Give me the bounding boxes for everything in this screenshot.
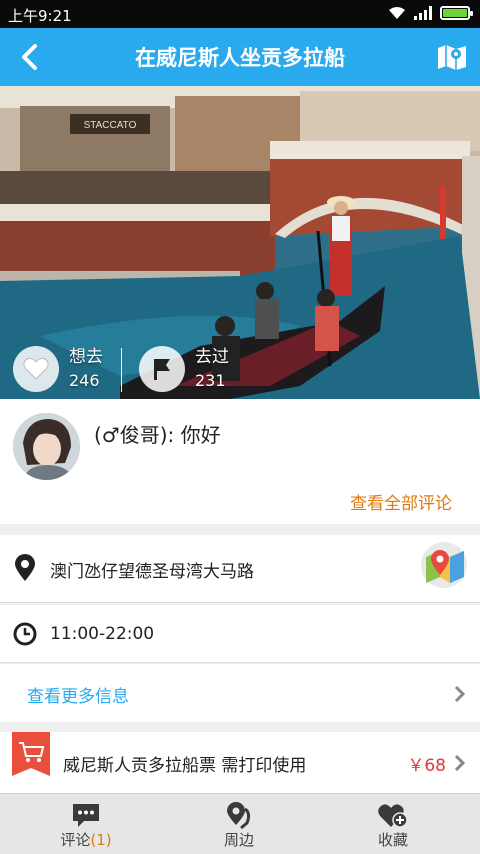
map-icon — [438, 45, 466, 70]
been-there-text: 去过 231 — [195, 345, 229, 393]
map-navigation-icon — [421, 542, 467, 588]
stats-separator — [121, 348, 122, 392]
comment-text: (♂俊哥): 你好 — [94, 423, 221, 447]
chevron-right-icon — [454, 754, 466, 772]
want-to-go-button[interactable]: 想去 246 — [13, 345, 103, 393]
tab-favorites-label: 收藏 — [377, 831, 408, 849]
status-bar: 上午9:21 — [0, 0, 480, 28]
been-there-label: 去过 — [195, 347, 229, 367]
status-time: 上午9:21 — [8, 7, 72, 25]
cart-icon — [12, 732, 50, 776]
bottom-tab-bar: 评论(1) 周边 收藏 — [0, 793, 480, 854]
map-button[interactable] — [436, 41, 468, 73]
more-info-label: 查看更多信息 — [27, 687, 129, 707]
comment-icon — [73, 804, 99, 827]
tab-nearby-label: 周边 — [223, 831, 254, 849]
hours-row: 11:00-22:00 — [0, 605, 480, 663]
more-info-row[interactable]: 查看更多信息 — [0, 664, 480, 722]
been-there-circle — [139, 346, 185, 392]
tab-favorites[interactable]: 收藏 — [313, 794, 473, 854]
tab-comments[interactable]: 评论(1) — [6, 794, 166, 854]
clock-icon — [13, 622, 37, 646]
ticket-price: ￥68 — [407, 756, 446, 776]
battery-fill — [443, 9, 467, 17]
flag-icon — [154, 359, 170, 380]
want-to-go-circle — [13, 346, 59, 392]
view-all-comments-link[interactable]: 查看全部评论 — [350, 489, 452, 514]
been-there-button[interactable]: 去过 231 — [139, 345, 229, 393]
signal-icon — [414, 6, 432, 20]
want-to-go-label: 想去 — [69, 347, 103, 367]
map-navigation-button[interactable] — [420, 541, 468, 589]
ticket-row[interactable]: 威尼斯人贡多拉船票 需打印使用 ￥68 — [0, 732, 480, 793]
page-title: 在威尼斯人坐贡多拉船 — [135, 46, 345, 70]
comment-section: (♂俊哥): 你好 查看全部评论 — [0, 399, 480, 524]
address-text: 澳门氹仔望德圣母湾大马路 — [50, 562, 254, 582]
tab-comments-label-wrap: 评论(1) — [6, 829, 166, 850]
tab-comments-label: 评论 — [60, 831, 91, 849]
location-pin-icon — [15, 554, 35, 581]
want-to-go-count: 246 — [69, 371, 100, 390]
back-arrow-icon — [22, 44, 37, 70]
svg-text:STACCATO: STACCATO — [84, 120, 137, 131]
system-icons — [388, 6, 473, 20]
heart-icon — [23, 357, 49, 380]
chevron-right-icon — [454, 685, 466, 703]
want-to-go-text: 想去 246 — [69, 345, 103, 393]
favorite-add-icon — [378, 804, 408, 828]
back-button[interactable] — [12, 40, 46, 74]
been-there-count: 231 — [195, 371, 226, 390]
tab-nearby[interactable]: 周边 — [159, 794, 319, 854]
battery-icon — [440, 6, 473, 20]
nearby-icon — [227, 802, 251, 829]
avatar[interactable] — [13, 413, 80, 480]
wifi-icon — [389, 7, 405, 19]
ticket-title: 威尼斯人贡多拉船票 需打印使用 — [63, 756, 307, 776]
user-avatar-image — [13, 413, 80, 480]
address-row[interactable]: 澳门氹仔望德圣母湾大马路 — [0, 535, 480, 603]
hours-text: 11:00-22:00 — [50, 624, 155, 644]
tab-comments-count: (1) — [90, 831, 112, 849]
header-bar: 在威尼斯人坐贡多拉船 — [0, 28, 480, 86]
